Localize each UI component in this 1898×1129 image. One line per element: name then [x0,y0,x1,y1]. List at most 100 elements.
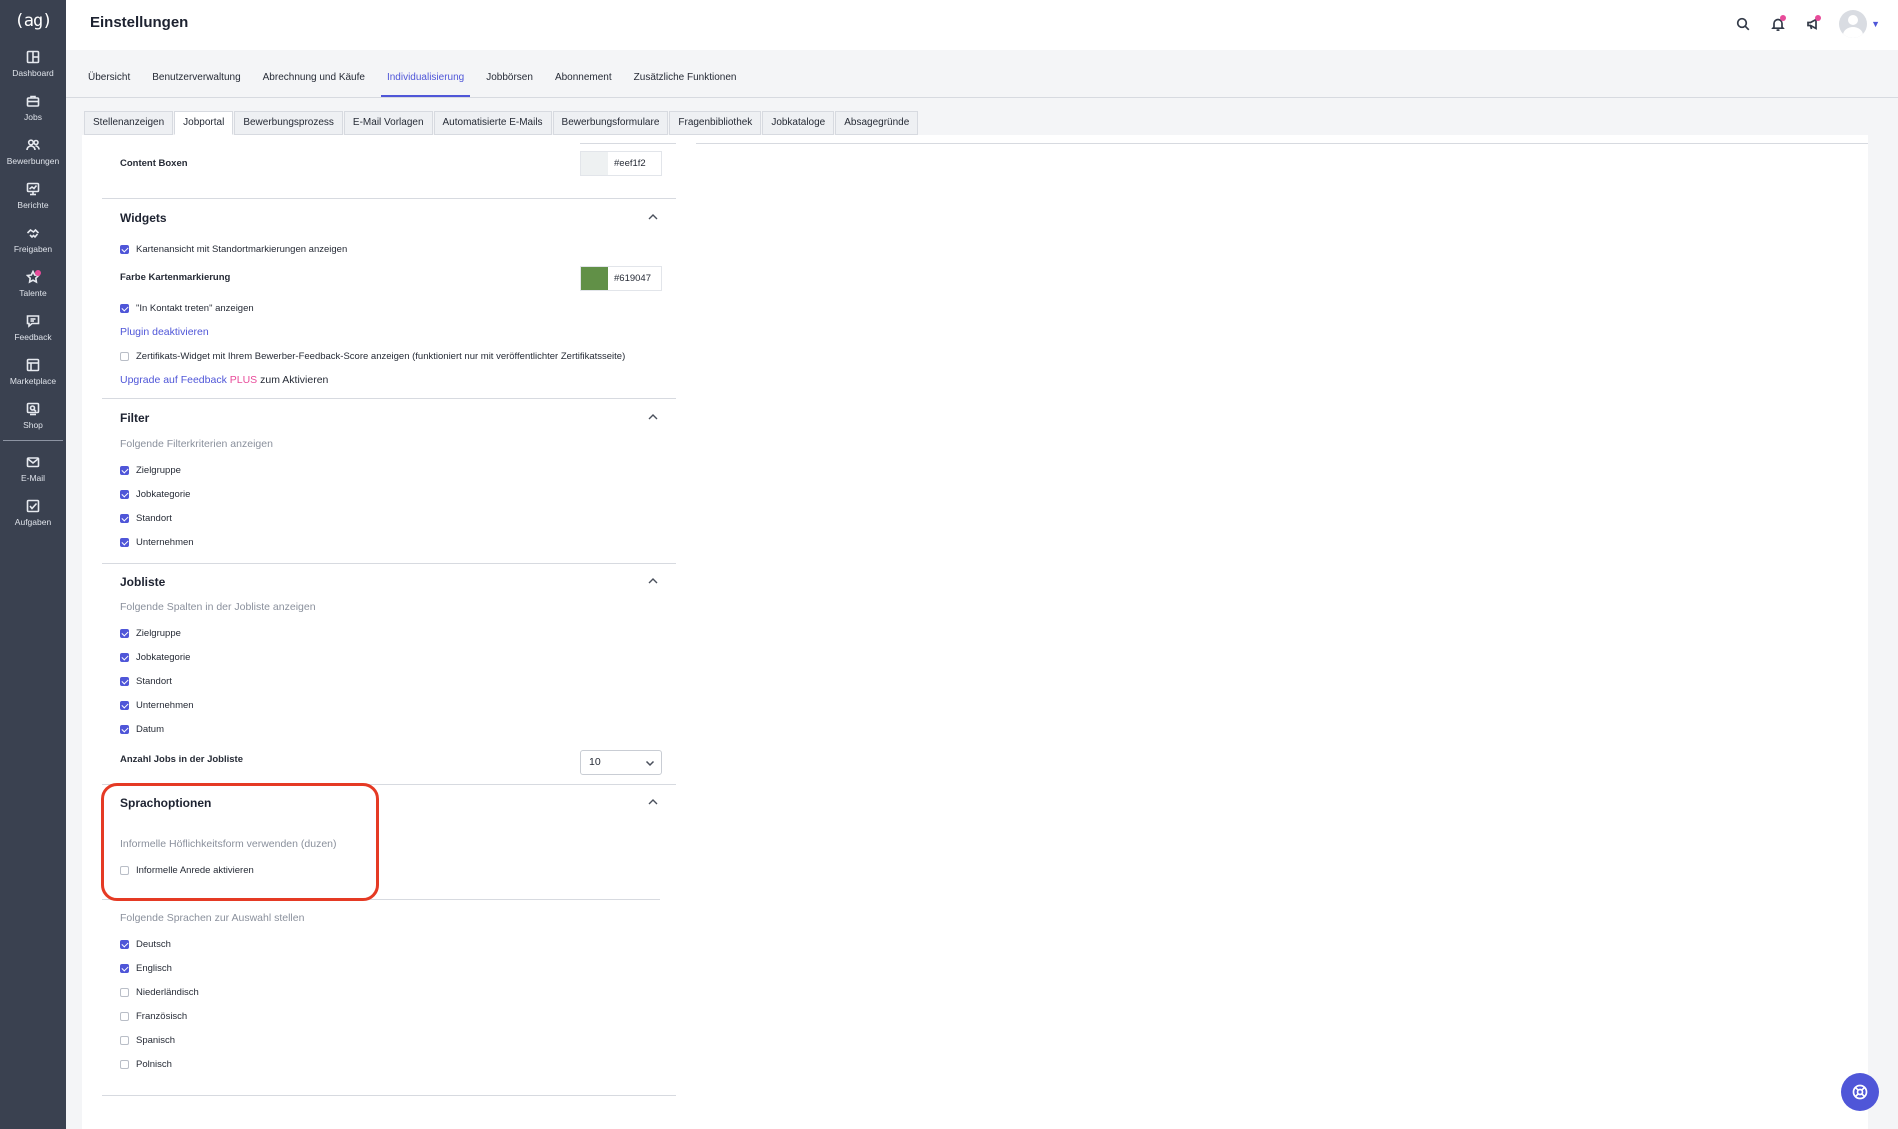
language-polnisch-checkbox[interactable]: Polnisch [120,1059,172,1070]
language-spanisch-checkbox[interactable]: Spanisch [120,1035,175,1046]
checkbox[interactable] [120,988,129,997]
color-hex-value[interactable]: #619047 [608,267,661,290]
chevron-up-icon [648,214,658,220]
subtab-bewerbungsformulare[interactable]: Bewerbungsformulare [552,111,669,135]
jobliste-datum-checkbox[interactable]: Datum [120,724,164,735]
checkbox[interactable] [120,304,129,313]
checkbox[interactable] [120,245,129,254]
subtab-email-vorlagen[interactable]: E-Mail Vorlagen [343,111,433,135]
checkbox[interactable] [120,1060,129,1069]
subtab-jobkataloge[interactable]: Jobkataloge [762,111,835,135]
jobliste-standort-checkbox[interactable]: Standort [120,676,172,687]
informal-address-checkbox[interactable]: Informelle Anrede aktivieren [120,865,254,876]
marker-color-field[interactable]: #619047 [580,266,662,291]
filter-standort-checkbox[interactable]: Standort [120,513,172,524]
tab-zusaetzliche-funktionen[interactable]: Zusätzliche Funktionen [628,72,743,97]
notifications-button[interactable] [1764,10,1792,38]
sidebar-item-aufgaben[interactable]: Aufgaben [0,491,66,535]
support-chat-button[interactable] [1841,1073,1879,1111]
headset-icon [1852,1084,1868,1100]
subtab-automatisierte-emails[interactable]: Automatisierte E-Mails [433,111,552,135]
jobliste-zielgruppe-checkbox[interactable]: Zielgruppe [120,628,181,639]
filter-unternehmen-checkbox[interactable]: Unternehmen [120,537,194,548]
sidebar-item-feedback[interactable]: Feedback [0,306,66,350]
collapse-jobliste-button[interactable] [647,575,659,587]
divider [102,198,676,199]
widget-contact-checkbox[interactable]: "In Kontakt treten" anzeigen [120,303,254,314]
language-deutsch-checkbox[interactable]: Deutsch [120,939,171,950]
content-boxes-color-field[interactable]: #eef1f2 [580,151,662,176]
divider [696,143,1868,144]
checkbox[interactable] [120,964,129,973]
language-franzoesisch-checkbox[interactable]: Französisch [120,1011,187,1022]
checkbox[interactable] [120,1036,129,1045]
sidebar-item-berichte[interactable]: Berichte [0,174,66,218]
color-hex-value[interactable]: #eef1f2 [608,152,661,175]
checkbox[interactable] [120,725,129,734]
announcements-button[interactable] [1799,10,1827,38]
subtab-jobportal[interactable]: Jobportal [174,111,234,135]
job-count-select[interactable]: 10 [580,750,662,775]
tab-benutzerverwaltung[interactable]: Benutzerverwaltung [146,72,246,97]
sidebar-item-dashboard[interactable]: Dashboard [0,42,66,86]
chevron-down-icon[interactable]: ▼ [1871,19,1880,29]
subtab-bewerbungsprozess[interactable]: Bewerbungsprozess [234,111,343,135]
checkbox[interactable] [120,629,129,638]
subtab-fragenbibliothek[interactable]: Fragenbibliothek [669,111,762,135]
app-logo[interactable]: (ag) [0,0,66,42]
checkbox[interactable] [120,490,129,499]
sidebar-item-freigaben[interactable]: Freigaben [0,218,66,262]
settings-main-tabs: Übersicht Benutzerverwaltung Abrechnung … [66,50,1898,98]
topbar-actions: ▼ [1722,10,1880,38]
sidebar-item-email[interactable]: E-Mail [0,447,66,491]
tab-jobboersen[interactable]: Jobbörsen [480,72,539,97]
user-avatar[interactable] [1839,10,1868,38]
sidebar-item-label: Freigaben [13,244,53,254]
collapse-widgets-button[interactable] [647,211,659,223]
sidebar-item-jobs[interactable]: Jobs [0,86,66,130]
jobliste-unternehmen-checkbox[interactable]: Unternehmen [120,700,194,711]
search-button[interactable] [1729,10,1757,38]
checkbox[interactable] [120,866,129,875]
collapse-filter-button[interactable] [647,411,659,423]
chevron-up-icon [648,578,658,584]
filter-jobkategorie-checkbox[interactable]: Jobkategorie [120,489,190,500]
language-englisch-checkbox[interactable]: Englisch [120,963,172,974]
divider [102,784,676,785]
language-niederlaendisch-checkbox[interactable]: Niederländisch [120,987,199,998]
checkbox[interactable] [120,653,129,662]
color-swatch[interactable] [581,267,608,290]
checkbox[interactable] [120,514,129,523]
sidebar-item-bewerbungen[interactable]: Bewerbungen [0,130,66,174]
subtab-stellenanzeigen[interactable]: Stellenanzeigen [84,111,174,135]
sidebar-item-shop[interactable]: Shop [0,394,66,438]
sidebar-item-label: Aufgaben [14,517,52,527]
checkbox-label: Datum [136,724,164,735]
tab-individualisierung[interactable]: Individualisierung [380,72,471,97]
checkbox[interactable] [120,677,129,686]
tab-abrechnung[interactable]: Abrechnung und Käufe [257,72,371,97]
tab-abonnement[interactable]: Abonnement [549,72,618,97]
color-swatch[interactable] [581,152,608,175]
sidebar-item-talente[interactable]: Talente [0,262,66,306]
checkbox[interactable] [120,466,129,475]
checkbox[interactable] [120,538,129,547]
tab-uebersicht[interactable]: Übersicht [82,72,136,97]
jobliste-jobkategorie-checkbox[interactable]: Jobkategorie [120,652,190,663]
upgrade-feedback-plus-link[interactable]: Upgrade auf Feedback PLUS zum Aktivieren [120,374,328,386]
checkbox-label: Unternehmen [136,700,194,711]
checkbox[interactable] [120,940,129,949]
collapse-sprachoptionen-button[interactable] [647,796,659,808]
widget-map-view-checkbox[interactable]: Kartenansicht mit Standortmarkierungen a… [120,244,347,255]
checkbox[interactable] [120,352,129,361]
filter-zielgruppe-checkbox[interactable]: Zielgruppe [120,465,181,476]
checkbox[interactable] [120,1012,129,1021]
sidebar-item-marketplace[interactable]: Marketplace [0,350,66,394]
widget-certificate-checkbox[interactable]: Zertifikats-Widget mit Ihrem Bewerber-Fe… [120,351,625,362]
sidebar-item-label: Talente [19,288,47,298]
plugin-deactivate-link[interactable]: Plugin deaktivieren [120,326,209,338]
subtab-absagegruende[interactable]: Absagegründe [835,111,919,135]
checkbox[interactable] [120,701,129,710]
section-title-widgets: Widgets [120,211,167,225]
upgrade-prefix: Upgrade auf Feedback [120,374,227,386]
